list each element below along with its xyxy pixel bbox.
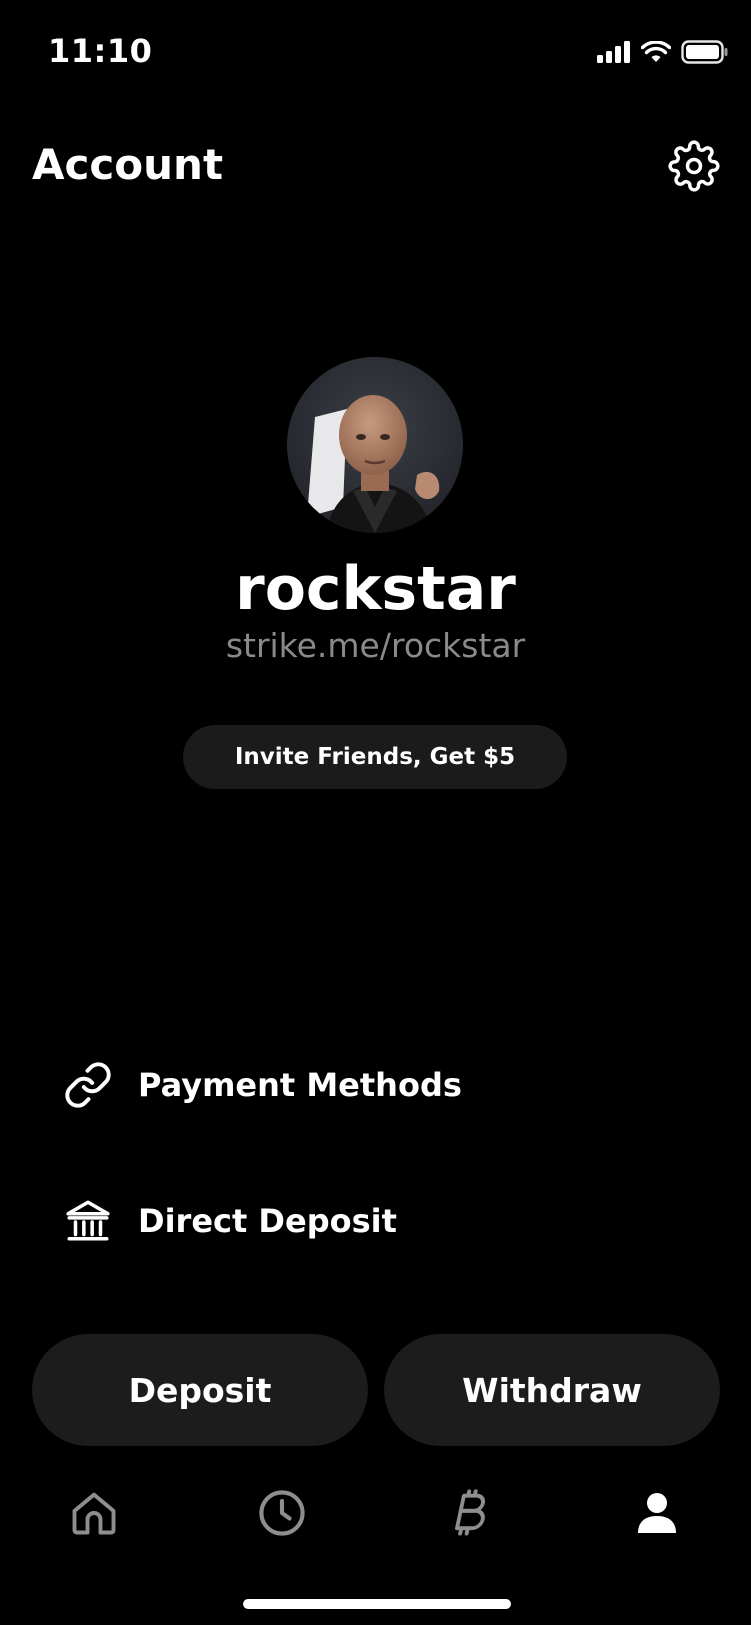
profile-username: rockstar	[235, 554, 516, 624]
invite-friends-button[interactable]: Invite Friends, Get $5	[183, 725, 567, 789]
profile-link[interactable]: strike.me/rockstar	[0, 626, 751, 665]
home-icon	[68, 1487, 120, 1543]
settings-button[interactable]	[666, 140, 722, 196]
tab-bitcoin[interactable]	[434, 1480, 504, 1550]
bank-icon	[62, 1195, 114, 1247]
link-icon	[62, 1059, 114, 1111]
bitcoin-icon	[443, 1487, 495, 1543]
status-time: 11:10	[48, 32, 153, 70]
wifi-icon	[640, 40, 672, 67]
menu-item-payment-methods[interactable]: Payment Methods	[62, 1055, 462, 1115]
battery-icon	[681, 40, 729, 68]
clock-icon	[256, 1487, 308, 1543]
page-title: Account	[32, 140, 224, 189]
avatar[interactable]	[287, 357, 463, 533]
deposit-button[interactable]: Deposit	[32, 1334, 368, 1446]
tab-account[interactable]	[622, 1480, 692, 1550]
tab-home[interactable]	[59, 1480, 129, 1550]
status-icons	[597, 40, 729, 68]
tab-history[interactable]	[247, 1480, 317, 1550]
home-indicator	[243, 1599, 511, 1609]
signal-icon	[597, 41, 631, 67]
menu-item-label: Direct Deposit	[138, 1202, 397, 1240]
withdraw-button[interactable]: Withdraw	[384, 1334, 720, 1446]
person-icon	[633, 1489, 681, 1541]
menu-item-label: Payment Methods	[138, 1066, 462, 1104]
menu-item-direct-deposit[interactable]: Direct Deposit	[62, 1191, 397, 1251]
gear-icon	[668, 140, 720, 196]
